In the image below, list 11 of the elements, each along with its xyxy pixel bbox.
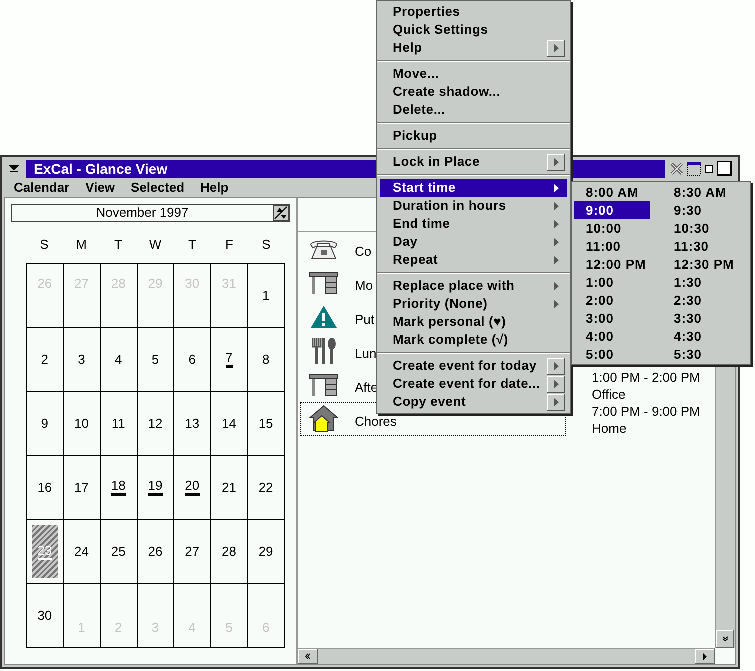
weekday-label: S: [39, 236, 50, 254]
detail-text: 1:00 PM - 2:00 PM: [592, 369, 700, 386]
detail-text: Office: [592, 386, 627, 403]
weekday-label: M: [75, 236, 88, 254]
weekday-label: W: [148, 236, 163, 254]
weekday-label: T: [188, 236, 198, 254]
detail-text: 7:00 PM - 9:00 PM: [592, 403, 700, 420]
weekday-label: S: [261, 236, 272, 254]
weekday-label: F: [224, 236, 234, 254]
weekday-label: T: [114, 236, 124, 254]
detail-text: Home: [592, 420, 628, 437]
